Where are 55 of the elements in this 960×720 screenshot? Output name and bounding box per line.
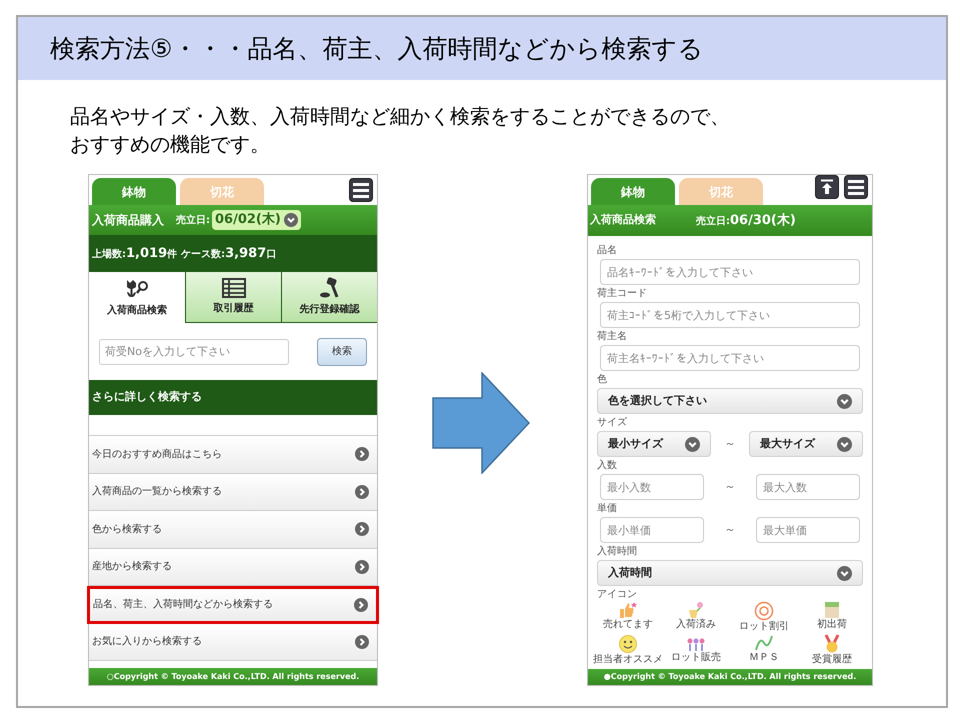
icon-label: ＭＰＳ bbox=[749, 652, 779, 664]
select-field[interactable]: 入荷時間 bbox=[597, 560, 863, 586]
icon-label: 売れてます bbox=[603, 619, 653, 631]
nav-tab[interactable]: 取引履歴 bbox=[185, 272, 281, 323]
icon-label: 入荷済み bbox=[676, 619, 716, 631]
copyright-text: ●Copyright © Toyoake Kaki Co.,LTD. All rights reserved. bbox=[604, 671, 856, 683]
icon-label: 初出荷 bbox=[817, 619, 847, 631]
screen-title: 入荷商品購入 bbox=[92, 212, 164, 229]
date-label: 売立日: bbox=[696, 214, 730, 229]
text-field[interactable]: 品名ｷｰﾜｰﾄﾞを入力して下さい bbox=[600, 259, 860, 285]
field-label: アイコン bbox=[597, 590, 638, 600]
stat-label: ケース数: bbox=[181, 248, 226, 262]
field-label: 荷主名 bbox=[597, 332, 628, 342]
receipt-number-field[interactable]: 荷受Noを入力して下さい bbox=[99, 338, 289, 364]
field-label: 品名 bbox=[597, 246, 618, 256]
text-field[interactable]: 最大入数 bbox=[756, 474, 860, 500]
slide-description: 品名やサイズ・入数、入荷時間など細かく検索をすることができるので、 おすすめの機能です。 bbox=[70, 103, 731, 158]
section-title: さらに詳しく検索する bbox=[92, 389, 202, 406]
screen-title: 入荷商品検索 bbox=[590, 212, 656, 228]
stat-unit: 件 bbox=[167, 248, 178, 262]
date-label: 売立日: bbox=[176, 213, 210, 228]
field-label: 色 bbox=[597, 375, 608, 385]
slide-title: 検索方法⑤・・・品名、荷主、入荷時間などから検索する bbox=[50, 32, 704, 65]
text-field[interactable]: 最小入数 bbox=[600, 474, 704, 500]
field-label: 単価 bbox=[597, 504, 618, 514]
text-field[interactable]: 最大単価 bbox=[756, 517, 860, 543]
icon-label: 担当者オススメ bbox=[593, 654, 663, 666]
range-separator: ～ bbox=[724, 478, 736, 495]
select-field[interactable]: 最大サイズ bbox=[749, 431, 863, 457]
icon-label: 受賞履歴 bbox=[812, 654, 852, 666]
date-select[interactable]: 06/02(木) bbox=[212, 210, 301, 230]
field-label: 荷主コード bbox=[597, 289, 648, 299]
field-label: サイズ bbox=[597, 418, 628, 428]
category-tab[interactable]: 鉢物 bbox=[92, 178, 176, 205]
date-text: 06/30(木) bbox=[730, 212, 796, 230]
field-label: 入荷時間 bbox=[597, 547, 638, 557]
stat-value: 3,987 bbox=[225, 244, 266, 263]
category-tab[interactable]: 鉢物 bbox=[591, 178, 675, 205]
text-field[interactable]: 最小単価 bbox=[600, 517, 704, 543]
range-separator: ～ bbox=[724, 436, 736, 452]
stat-value: 1,019 bbox=[126, 244, 168, 263]
stat-label: 上場数: bbox=[92, 248, 126, 262]
nav-tab[interactable]: 先行登録確認 bbox=[281, 272, 377, 323]
text-field[interactable]: 荷主ｺｰﾄﾞを5桁で入力して下さい bbox=[600, 302, 860, 328]
field-label: 入数 bbox=[597, 461, 618, 471]
select-field[interactable]: 色を選択して下さい bbox=[597, 388, 863, 414]
range-separator: ～ bbox=[724, 522, 736, 538]
select-field[interactable]: 最小サイズ bbox=[597, 431, 711, 457]
menu-item[interactable]: 品名、荷主、入荷時間などから検索する bbox=[87, 586, 379, 624]
search-button[interactable]: 検索 bbox=[317, 338, 367, 366]
icon-label: ロット割引 bbox=[739, 621, 789, 633]
copyright-text: ○Copyright © Toyoake Kaki Co.,LTD. All rights reserved. bbox=[106, 670, 360, 682]
stat-unit: 口 bbox=[266, 248, 276, 262]
icon-label: ロット販売 bbox=[671, 652, 721, 664]
text-field[interactable]: 荷主名ｷｰﾜｰﾄﾞを入力して下さい bbox=[600, 345, 860, 371]
